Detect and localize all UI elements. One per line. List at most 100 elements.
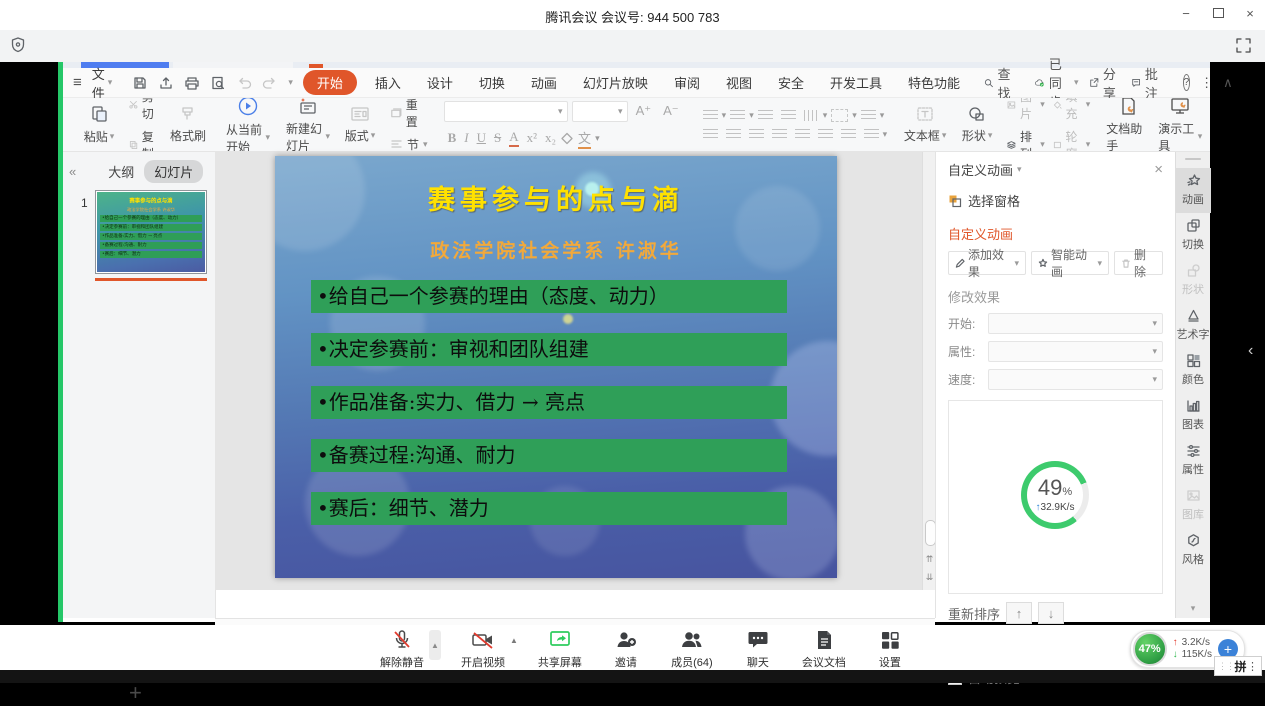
text-direction-icon[interactable] [804, 110, 819, 121]
format-painter-button[interactable]: 格式刷 [166, 105, 210, 144]
ime-more-icon[interactable]: ⋮ [1247, 660, 1258, 673]
tab-animation[interactable]: 动画 [523, 70, 565, 95]
output-icon[interactable] [158, 75, 174, 91]
reset-button[interactable]: 重置 [390, 98, 428, 130]
sidebar-item-gallery[interactable]: 图库 [1176, 483, 1211, 528]
video-options-expander[interactable]: ▲ [510, 636, 518, 645]
start-video-button[interactable]: 开启视频 [459, 628, 507, 670]
outline-button[interactable]: 轮廓▾ [1053, 128, 1091, 153]
mute-options-expander[interactable]: ▲ [429, 630, 441, 660]
sidebar-item-properties[interactable]: 属性 [1176, 438, 1211, 483]
speed-select[interactable]: ▾ [988, 369, 1163, 390]
unmute-button[interactable]: 解除静音 [378, 628, 426, 670]
tab-insert[interactable]: 插入 [367, 70, 409, 95]
slide-subtitle[interactable]: 政法学院社会学系 许淑华 [275, 236, 837, 263]
file-menu[interactable]: 文件▾ [92, 64, 113, 102]
shapes-button[interactable]: 形状▾ [955, 105, 999, 144]
slide-bullet-bar[interactable]: •备赛过程:沟通、耐力 [311, 439, 787, 472]
picture-button[interactable]: 图片▾ [1007, 98, 1045, 122]
increase-indent-icon[interactable] [781, 110, 796, 121]
custom-animation-label[interactable]: 自定义动画 [948, 224, 1163, 243]
font-size-select[interactable]: ▾ [572, 101, 628, 122]
bullet-list-icon[interactable] [703, 110, 718, 121]
tab-slides[interactable]: 幻灯片 [144, 160, 203, 183]
save-icon[interactable] [132, 75, 148, 91]
sidebar-handle[interactable] [1185, 158, 1201, 160]
slide-canvas[interactable]: 赛事参与的点与滴 政法学院社会学系 许淑华 •给自己一个参赛的理由（态度、动力）… [275, 156, 837, 578]
smart-animation-button[interactable]: 智能动画▾ [1031, 251, 1109, 275]
comment-button[interactable]: 批注 [1131, 64, 1163, 102]
slide-bullet-bar[interactable]: •决定参赛前：审视和团队组建 [311, 333, 787, 366]
slide-bullet-bar[interactable]: •给自己一个参赛的理由（态度、动力） [311, 280, 787, 313]
settings-button[interactable]: 设置 [866, 628, 914, 670]
meeting-docs-button[interactable]: 会议文档 [800, 628, 848, 670]
share-screen-button[interactable]: 共享屏幕 [536, 628, 584, 670]
hamburger-icon[interactable]: ≡ [73, 74, 82, 91]
property-select[interactable]: ▾ [988, 341, 1163, 362]
font-color-icon[interactable]: A [509, 129, 518, 147]
slide-bullet-bar[interactable]: •赛后：细节、潜力 [311, 492, 787, 525]
present-tools-button[interactable]: 演示工具▾ [1158, 98, 1202, 152]
sidebar-item-transition[interactable]: 切换 [1176, 213, 1211, 258]
align-right-icon[interactable] [749, 129, 764, 140]
subscript-icon[interactable]: x₂ [545, 130, 556, 146]
slide-bullet-bar[interactable]: •作品准备:实力、借力 → 亮点 [311, 386, 787, 419]
font-name-select[interactable]: ▾ [444, 101, 568, 122]
tab-home[interactable]: 开始 [303, 70, 357, 95]
restore-icon[interactable] [1209, 5, 1227, 21]
animation-list[interactable]: 49% ↑32.9K/s [948, 400, 1163, 594]
find-button[interactable]: 查找 [984, 64, 1015, 102]
panel-title[interactable]: 自定义动画▾ [948, 160, 1022, 179]
ime-mode-label[interactable]: 拼 [1234, 658, 1246, 675]
tab-outline[interactable]: 大纲 [108, 162, 134, 181]
increase-font-icon[interactable]: A⁺ [636, 103, 652, 119]
italic-icon[interactable]: I [464, 130, 468, 146]
decrease-indent-icon[interactable] [758, 110, 773, 121]
start-select[interactable]: ▾ [988, 313, 1163, 334]
chat-button[interactable]: 聊天 [734, 628, 782, 670]
undo-icon[interactable] [236, 76, 252, 90]
add-effect-button[interactable]: 添加效果▾ [948, 251, 1026, 275]
help-icon[interactable]: ? [1183, 74, 1191, 91]
play-from-current-button[interactable]: 从当前开始▾ [226, 98, 270, 152]
sidebar-scroll-down-icon[interactable]: ▾ [1191, 603, 1196, 618]
superscript-icon[interactable]: x² [527, 130, 537, 146]
slide-scrollbar[interactable]: ⇈ ⇊ [922, 152, 936, 590]
close-panel-icon[interactable]: × [1154, 161, 1163, 178]
members-button[interactable]: 成员(64) [668, 628, 716, 670]
layout-button[interactable]: 版式▾ [338, 105, 382, 144]
strikethrough-icon[interactable]: S [494, 130, 501, 146]
paragraph-settings-icon[interactable] [864, 129, 879, 140]
doc-assistant-button[interactable]: 文档助手 [1106, 98, 1150, 152]
indent-right-icon[interactable] [841, 129, 856, 140]
quickbar-more-icon[interactable]: ▾ [288, 77, 293, 88]
decrease-font-icon[interactable]: A⁻ [663, 103, 679, 119]
tab-transition[interactable]: 切换 [471, 70, 513, 95]
tab-slideshow[interactable]: 幻灯片放映 [575, 70, 656, 95]
print-icon[interactable] [184, 75, 200, 91]
collapse-panel-icon[interactable]: « [69, 164, 76, 179]
fullscreen-icon[interactable] [1236, 38, 1251, 53]
ime-statusbar[interactable]: ⋮⋮ 拼 ⋮ [1214, 656, 1262, 676]
copy-button[interactable]: 复制 [129, 128, 158, 153]
tab-review[interactable]: 审阅 [666, 70, 708, 95]
indent-left-icon[interactable] [818, 129, 833, 140]
tab-devtools[interactable]: 开发工具 [822, 70, 890, 95]
print-preview-icon[interactable] [210, 75, 226, 91]
tab-features[interactable]: 特色功能 [900, 70, 968, 95]
sidebar-item-animation[interactable]: 动画 [1176, 168, 1211, 213]
cut-button[interactable]: 剪切 [129, 98, 158, 122]
delete-effect-button[interactable]: 删除 [1114, 251, 1163, 275]
distribute-icon[interactable] [795, 129, 810, 140]
tab-design[interactable]: 设计 [419, 70, 461, 95]
more-vert-icon[interactable]: ⋮ [1200, 75, 1213, 91]
new-slide-button[interactable]: 新建幻灯片▾ [286, 98, 330, 152]
invite-button[interactable]: 邀请 [602, 628, 650, 670]
selection-pane-button[interactable]: 选择窗格 [948, 191, 1163, 210]
sidebar-item-chart[interactable]: 图表 [1176, 393, 1211, 438]
close-icon[interactable]: × [1241, 6, 1259, 22]
align-center-icon[interactable] [726, 129, 741, 140]
sidebar-item-shape[interactable]: 形状 [1176, 258, 1211, 303]
add-slide-button[interactable]: + [129, 680, 142, 706]
underline-icon[interactable]: U [477, 130, 486, 146]
